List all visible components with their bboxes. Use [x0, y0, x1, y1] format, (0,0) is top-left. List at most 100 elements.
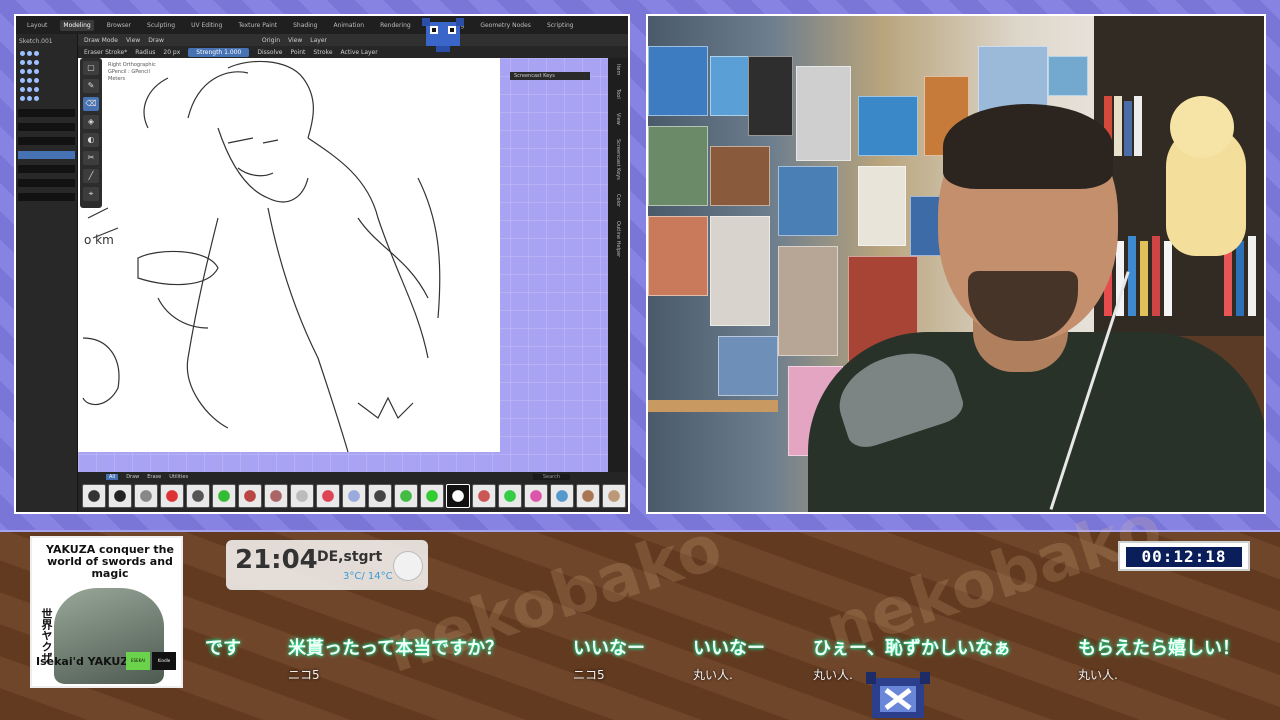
tab-item[interactable]: Item: [615, 64, 621, 75]
brush-thumbnail[interactable]: [524, 484, 548, 508]
brush-thumbnail[interactable]: [550, 484, 574, 508]
chat-text: いいなー: [693, 638, 765, 659]
brush-thumbnail[interactable]: [446, 484, 470, 508]
brush-thumbnail[interactable]: [342, 484, 366, 508]
blender-window: Layout Modeling Browser Sculpting UV Edi…: [14, 14, 630, 514]
brush-thumbnail[interactable]: [212, 484, 236, 508]
properties-field[interactable]: [18, 165, 75, 173]
outliner-row[interactable]: [20, 87, 73, 94]
person-hair: [943, 104, 1113, 189]
brush-selector[interactable]: Eraser Stroke*: [84, 49, 127, 56]
tab-shading[interactable]: Shading: [290, 20, 320, 31]
outliner-row[interactable]: [20, 78, 73, 85]
brush-thumbnail[interactable]: [264, 484, 288, 508]
tab-animation[interactable]: Animation: [330, 20, 367, 31]
brush-thumbnail[interactable]: [134, 484, 158, 508]
tab-tool[interactable]: Tool: [615, 89, 621, 99]
asset-tab-all[interactable]: All: [106, 474, 119, 480]
outliner-row[interactable]: [20, 96, 73, 103]
tab-browser[interactable]: Browser: [104, 20, 134, 31]
view-dropdown[interactable]: View: [288, 37, 302, 44]
properties-field[interactable]: [18, 109, 75, 117]
brush-thumbnail[interactable]: [82, 484, 106, 508]
radius-field[interactable]: 20 px: [163, 49, 180, 56]
asset-search-input[interactable]: Search: [532, 474, 570, 480]
select-box-icon[interactable]: ▢: [83, 61, 99, 75]
wall-photo: [648, 46, 708, 116]
eyedropper-icon[interactable]: ⌖: [83, 187, 99, 201]
eraser-tool-icon[interactable]: ⌫: [83, 97, 99, 111]
asset-tab-erase[interactable]: Erase: [147, 474, 161, 480]
origin-dropdown[interactable]: Origin: [262, 37, 280, 44]
properties-field[interactable]: [18, 193, 75, 201]
dissolve-option[interactable]: Dissolve: [257, 49, 282, 56]
strength-slider[interactable]: Strength 1.000: [188, 47, 250, 57]
brush-list: [82, 484, 626, 508]
wall-photo: [778, 246, 838, 356]
tab-screencast-keys[interactable]: Screencast Keys: [615, 139, 621, 180]
mode-dropdown[interactable]: Draw Mode: [84, 37, 118, 44]
outliner-row[interactable]: [20, 60, 73, 67]
3d-viewport[interactable]: Right Orthographic GPencil : GPencil Met…: [78, 58, 610, 472]
brush-thumbnail[interactable]: [108, 484, 132, 508]
asset-tab-utilities[interactable]: Utilities: [169, 474, 188, 480]
tab-uv-editing[interactable]: UV Editing: [188, 20, 225, 31]
tab-texture-paint[interactable]: Texture Paint: [235, 20, 280, 31]
cutter-tool-icon[interactable]: ✂: [83, 151, 99, 165]
chat-user: 丸い人.: [693, 668, 733, 682]
active-layer-option[interactable]: Active Layer: [341, 49, 378, 56]
asset-tab-draw[interactable]: Draw: [126, 474, 139, 480]
outliner-row[interactable]: [20, 51, 73, 58]
tab-geometry-nodes[interactable]: Geometry Nodes: [477, 20, 534, 31]
brush-thumbnail[interactable]: [498, 484, 522, 508]
outliner-row[interactable]: [20, 69, 73, 76]
stroke-option[interactable]: Stroke: [313, 49, 332, 56]
workspace-tabs: Layout Modeling Browser Sculpting UV Edi…: [16, 16, 628, 34]
tab-outline-helper[interactable]: Outline Helper: [615, 221, 621, 257]
brush-thumbnail[interactable]: [160, 484, 184, 508]
brush-thumbnail[interactable]: [576, 484, 600, 508]
drawing-canvas[interactable]: Right Orthographic GPencil : GPencil Met…: [78, 58, 500, 452]
sidebar-tabs: Item Tool View Screencast Keys Color Out…: [608, 58, 628, 472]
stream-bottom-bar: nekobako nekobako: [0, 490, 1280, 720]
viewport-header: Draw Mode View Draw Origin View Layer: [78, 34, 628, 46]
cover-title: YAKUZA conquer the world of swords and m…: [46, 543, 174, 580]
brush-thumbnail[interactable]: [186, 484, 210, 508]
fill-tool-icon[interactable]: ◈: [83, 115, 99, 129]
brush-asset-shelf: All Draw Erase Utilities Search: [78, 472, 628, 512]
tab-sculpting[interactable]: Sculpting: [144, 20, 178, 31]
chat-message: いいなー 丸い人.: [693, 634, 765, 683]
brush-thumbnail[interactable]: [602, 484, 626, 508]
brush-thumbnail[interactable]: [394, 484, 418, 508]
clock-temperature: 3°C/ 14°C: [343, 571, 393, 582]
brush-thumbnail[interactable]: [316, 484, 340, 508]
radius-label: Radius: [135, 48, 156, 56]
screencast-keys-panel[interactable]: Screencast Keys: [510, 72, 590, 80]
point-option[interactable]: Point: [290, 49, 305, 56]
brush-thumbnail[interactable]: [238, 484, 262, 508]
brush-thumbnail[interactable]: [420, 484, 444, 508]
properties-field[interactable]: [18, 123, 75, 131]
brush-thumbnail[interactable]: [368, 484, 392, 508]
view-menu[interactable]: View: [126, 37, 140, 44]
tab-color[interactable]: Color: [615, 194, 621, 207]
tint-tool-icon[interactable]: ◐: [83, 133, 99, 147]
properties-field[interactable]: [18, 137, 75, 145]
draw-tool-icon[interactable]: ✎: [83, 79, 99, 93]
properties-field[interactable]: [18, 179, 75, 187]
tab-view[interactable]: View: [615, 113, 621, 125]
outliner-object-name[interactable]: Sketch.001: [16, 34, 77, 49]
brush-thumbnail[interactable]: [290, 484, 314, 508]
draw-menu[interactable]: Draw: [148, 37, 164, 44]
sketch-note: o km: [84, 233, 114, 247]
wall-photo: [778, 166, 838, 236]
layer-dropdown[interactable]: Layer: [310, 37, 327, 44]
tab-rendering[interactable]: Rendering: [377, 20, 414, 31]
tab-layout[interactable]: Layout: [24, 20, 50, 31]
brush-thumbnail[interactable]: [472, 484, 496, 508]
tab-scripting[interactable]: Scripting: [544, 20, 577, 31]
line-tool-icon[interactable]: ╱: [83, 169, 99, 183]
weather-icon: [393, 551, 423, 581]
tab-modeling[interactable]: Modeling: [60, 19, 94, 31]
layer-selected[interactable]: [18, 151, 75, 159]
